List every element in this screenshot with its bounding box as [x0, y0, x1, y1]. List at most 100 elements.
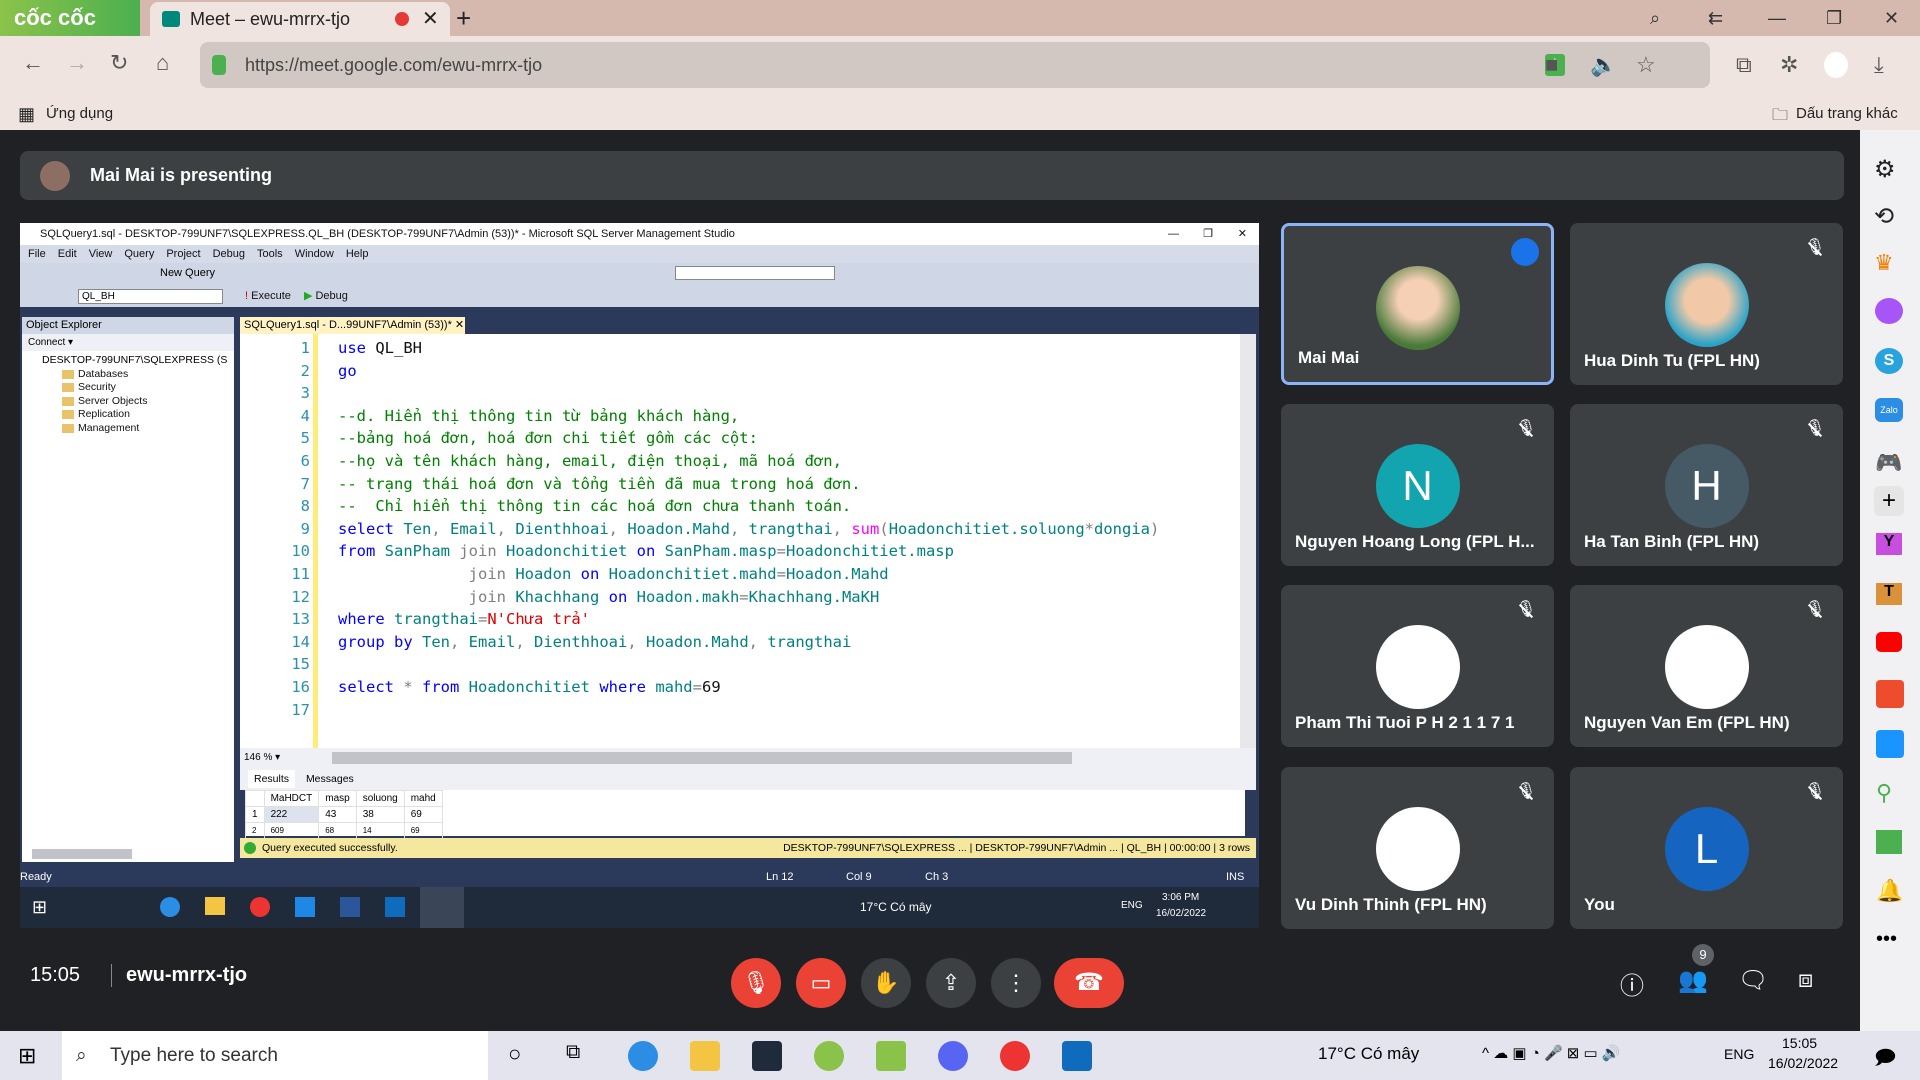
chrome-icon[interactable] [1000, 1041, 1030, 1071]
puzzle-icon[interactable]: ✲ [1780, 52, 1798, 78]
database-select[interactable]: QL_BH [78, 289, 223, 304]
code-line[interactable]: go [338, 360, 1159, 383]
back-button[interactable]: ← [22, 50, 44, 76]
taskbar-lang[interactable]: ENG [1724, 1046, 1754, 1062]
execute-button[interactable]: Execute [251, 290, 291, 302]
remote-vscode-icon[interactable] [295, 897, 315, 917]
ssms-restore[interactable]: ❐ [1203, 223, 1213, 245]
grid-cell[interactable]: 69 [403, 822, 443, 839]
code-line[interactable]: from SanPham join Hoadonchitiet on SanPh… [338, 540, 1159, 563]
code-line[interactable] [338, 699, 1159, 722]
code-line[interactable]: where trangthai=N'Chưa trả' [338, 608, 1159, 631]
menu-help[interactable]: Help [346, 248, 369, 260]
taskbar-date[interactable]: 16/02/2022 [1768, 1055, 1838, 1071]
mic-off-button[interactable]: 🎙 [731, 958, 781, 1008]
code-line[interactable]: use QL_BH [338, 337, 1159, 360]
tree-replication[interactable]: Replication [62, 408, 130, 420]
remote-chrome-icon[interactable] [250, 897, 270, 917]
leave-call-button[interactable]: ☎ [1054, 958, 1124, 1008]
grid-row[interactable]: 1 222 43 38 69 [245, 806, 443, 823]
notification-center-icon[interactable]: 🗩 [1874, 1043, 1896, 1077]
tray-icons[interactable]: ^ ☁ ▣ ◔ 🎤 ⊠ ▭ 🔊 [1482, 1044, 1621, 1062]
profile-avatar[interactable] [1824, 52, 1848, 78]
editor-vertical-scrollbar[interactable] [1240, 334, 1256, 748]
bookmark-apps[interactable]: Ứng dụng [46, 105, 113, 122]
grid-cell[interactable]: 43 [318, 806, 357, 823]
remote-word-icon[interactable] [340, 897, 360, 917]
home-button[interactable]: ⌂ [156, 50, 169, 76]
forward-button[interactable]: → [66, 50, 88, 76]
participant-tile[interactable]: Mai Mai [1281, 223, 1554, 385]
devc-icon[interactable] [752, 1041, 782, 1071]
results-tab[interactable]: Results [248, 770, 296, 788]
zoom-select[interactable]: 146 % [244, 752, 272, 763]
participant-tile[interactable]: N 🎙 Nguyen Hoang Long (FPL H... [1281, 404, 1554, 566]
url-text[interactable]: https://meet.google.com/ewu-mrrx-tjo [245, 52, 542, 78]
taskbar-weather[interactable]: 17°C Có mây [1318, 1044, 1419, 1064]
query-editor[interactable]: SQLQuery1.sql - D...99UNF7\Admin (53))* … [240, 317, 1256, 748]
code-line[interactable]: -- trạng thái hoá đơn và tổng tiền đã mu… [338, 473, 1159, 496]
grid-cell[interactable]: 2 [245, 822, 265, 839]
remote-explorer-icon[interactable] [205, 897, 225, 915]
cortana-icon[interactable]: ○ [508, 1041, 521, 1067]
game-icon[interactable]: 🎮 [1875, 450, 1902, 476]
back-icon[interactable]: ⇇ [1708, 0, 1723, 36]
close-window-button[interactable]: ✕ [1884, 0, 1899, 36]
grid-cell[interactable]: 69 [403, 806, 443, 823]
tree-management[interactable]: Management [62, 422, 139, 434]
grid-cell[interactable]: 1 [245, 806, 265, 823]
tiki-icon[interactable] [1876, 730, 1904, 758]
code-line[interactable] [338, 653, 1159, 676]
grid-cell[interactable]: 222 [263, 806, 320, 823]
menu-tools[interactable]: Tools [257, 248, 283, 260]
tree-databases[interactable]: Databases [62, 368, 128, 380]
menu-file[interactable]: File [28, 248, 46, 260]
tree-server-objects[interactable]: Server Objects [62, 395, 147, 407]
present-button[interactable]: ⇪ [926, 958, 976, 1008]
history-icon[interactable]: ⟲ [1874, 202, 1894, 231]
photos-icon[interactable] [1062, 1041, 1092, 1071]
t-icon[interactable]: T [1876, 583, 1902, 605]
browser-tab-meet[interactable]: Meet – ewu-mrrx-tjo ✕ [150, 2, 450, 36]
code-line[interactable]: group by Ten, Email, Dienthhoai, Hoadon.… [338, 631, 1159, 654]
code-line[interactable]: join Khachhang on Hoadon.makh=Khachhang.… [338, 586, 1159, 609]
grid-cell[interactable]: 609 [263, 822, 320, 839]
more-icon[interactable]: ••• [1876, 928, 1897, 951]
coccoc-map-icon[interactable]: ⚲ [1876, 780, 1892, 806]
chat-icon[interactable]: 🗨 [1738, 966, 1768, 995]
file-explorer-icon[interactable] [690, 1041, 720, 1071]
star-icon[interactable]: ☆ [1636, 52, 1656, 78]
youtube-icon[interactable] [1876, 632, 1902, 652]
close-tab-icon[interactable]: ✕ [422, 2, 439, 36]
new-tab-button[interactable]: + [456, 0, 471, 36]
grid-row[interactable]: 2 609 68 14 69 [245, 822, 443, 839]
minimize-button[interactable]: — [1768, 0, 1786, 36]
menu-view[interactable]: View [89, 248, 113, 260]
restore-button[interactable]: ❐ [1826, 0, 1842, 36]
crown-icon[interactable]: ♛ [1874, 250, 1894, 276]
info-icon[interactable]: ⓘ [1620, 966, 1644, 1001]
camera-off-button[interactable]: ▭ [796, 958, 846, 1008]
taskbar-search-input[interactable]: ⌕ Type here to search [62, 1031, 488, 1080]
code-line[interactable]: --họ và tên khách hàng, email, điện thoạ… [338, 450, 1159, 473]
ssms-close[interactable]: ✕ [1238, 223, 1247, 245]
messenger-icon[interactable] [1875, 298, 1903, 324]
settings-icon[interactable]: ⚙ [1874, 155, 1896, 184]
shopee-icon[interactable] [1876, 680, 1904, 708]
grid-cell[interactable]: 68 [318, 822, 357, 839]
downloads-icon[interactable]: ⤓ [1874, 52, 1884, 78]
messages-tab[interactable]: Messages [306, 773, 354, 785]
code-line[interactable]: --bảng hoá đơn, hoá đơn chi tiết gồm các… [338, 427, 1159, 450]
menu-debug[interactable]: Debug [213, 248, 245, 260]
raise-hand-button[interactable]: ✋ [861, 958, 911, 1008]
editor-horizontal-scrollbar[interactable] [332, 752, 1072, 764]
coccoc-taskbar-icon[interactable] [814, 1041, 844, 1071]
remote-start-icon[interactable]: ⊞ [32, 897, 47, 918]
camera-icon[interactable]: ■ [1545, 52, 1558, 78]
new-query-button[interactable]: New Query [160, 267, 215, 279]
search-tabs-icon[interactable]: ⌕ [1650, 0, 1660, 36]
windows-start-icon[interactable]: ⊞ [18, 1043, 36, 1069]
sound-icon[interactable]: 🔈 [1590, 52, 1617, 78]
ssms-minimize[interactable]: — [1168, 223, 1179, 245]
skype-icon[interactable]: S [1875, 348, 1903, 374]
